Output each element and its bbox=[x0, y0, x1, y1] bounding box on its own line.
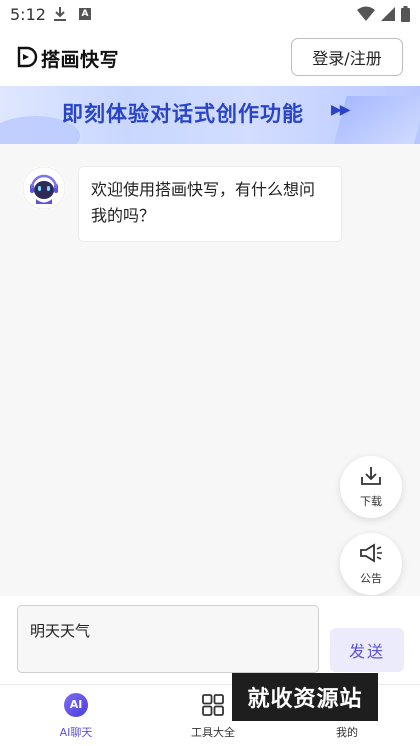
double-arrow-icon: ▶▶ bbox=[331, 102, 350, 118]
send-button[interactable]: 发送 bbox=[330, 628, 404, 672]
megaphone-icon bbox=[358, 542, 384, 568]
status-indicators bbox=[357, 6, 410, 26]
bot-avatar bbox=[22, 166, 66, 210]
notice-label: 公告 bbox=[360, 572, 382, 585]
grid-icon bbox=[201, 693, 225, 717]
battery-icon bbox=[401, 6, 410, 26]
cellular-signal-icon bbox=[380, 6, 396, 26]
app-logo: 搭画快写 bbox=[16, 45, 119, 72]
status-bar: 5:12 A bbox=[0, 0, 420, 30]
watermark: 就收资源站 bbox=[232, 673, 378, 721]
bot-message-bubble: 欢迎使用搭画快写，有什么想问我的吗？ bbox=[78, 166, 342, 242]
app-name: 搭画快写 bbox=[41, 49, 120, 71]
a-notification-icon: A bbox=[79, 8, 91, 20]
robot-icon bbox=[22, 166, 66, 210]
login-register-button[interactable]: 登录/注册 bbox=[291, 38, 403, 76]
chat-area: 欢迎使用搭画快写，有什么想问我的吗？ 下载 公告 bbox=[0, 144, 420, 596]
nav-label-ai-chat: AI聊天 bbox=[59, 726, 93, 739]
promo-banner[interactable]: 即刻体验对话式创作功能 ▶▶ bbox=[0, 86, 420, 144]
download-notification-icon bbox=[53, 6, 67, 26]
logo-icon bbox=[16, 46, 38, 72]
status-time: 5:12 bbox=[10, 5, 46, 24]
nav-item-ai-chat[interactable]: AI AI聊天 bbox=[6, 685, 146, 746]
download-icon bbox=[359, 465, 383, 491]
wifi-icon bbox=[357, 6, 375, 26]
download-button[interactable]: 下载 bbox=[340, 456, 402, 518]
nav-label-tools: 工具大全 bbox=[191, 726, 235, 739]
ai-chat-icon: AI bbox=[64, 693, 88, 717]
download-label: 下载 bbox=[360, 495, 382, 508]
input-section: 明天天气 发送 bbox=[0, 596, 420, 684]
banner-text: 即刻体验对话式创作功能 bbox=[62, 102, 304, 126]
chat-input[interactable]: 明天天气 bbox=[17, 605, 319, 673]
app-header: 搭画快写 登录/注册 bbox=[0, 30, 420, 86]
nav-label-profile: 我的 bbox=[336, 726, 358, 739]
notice-button[interactable]: 公告 bbox=[340, 533, 402, 595]
